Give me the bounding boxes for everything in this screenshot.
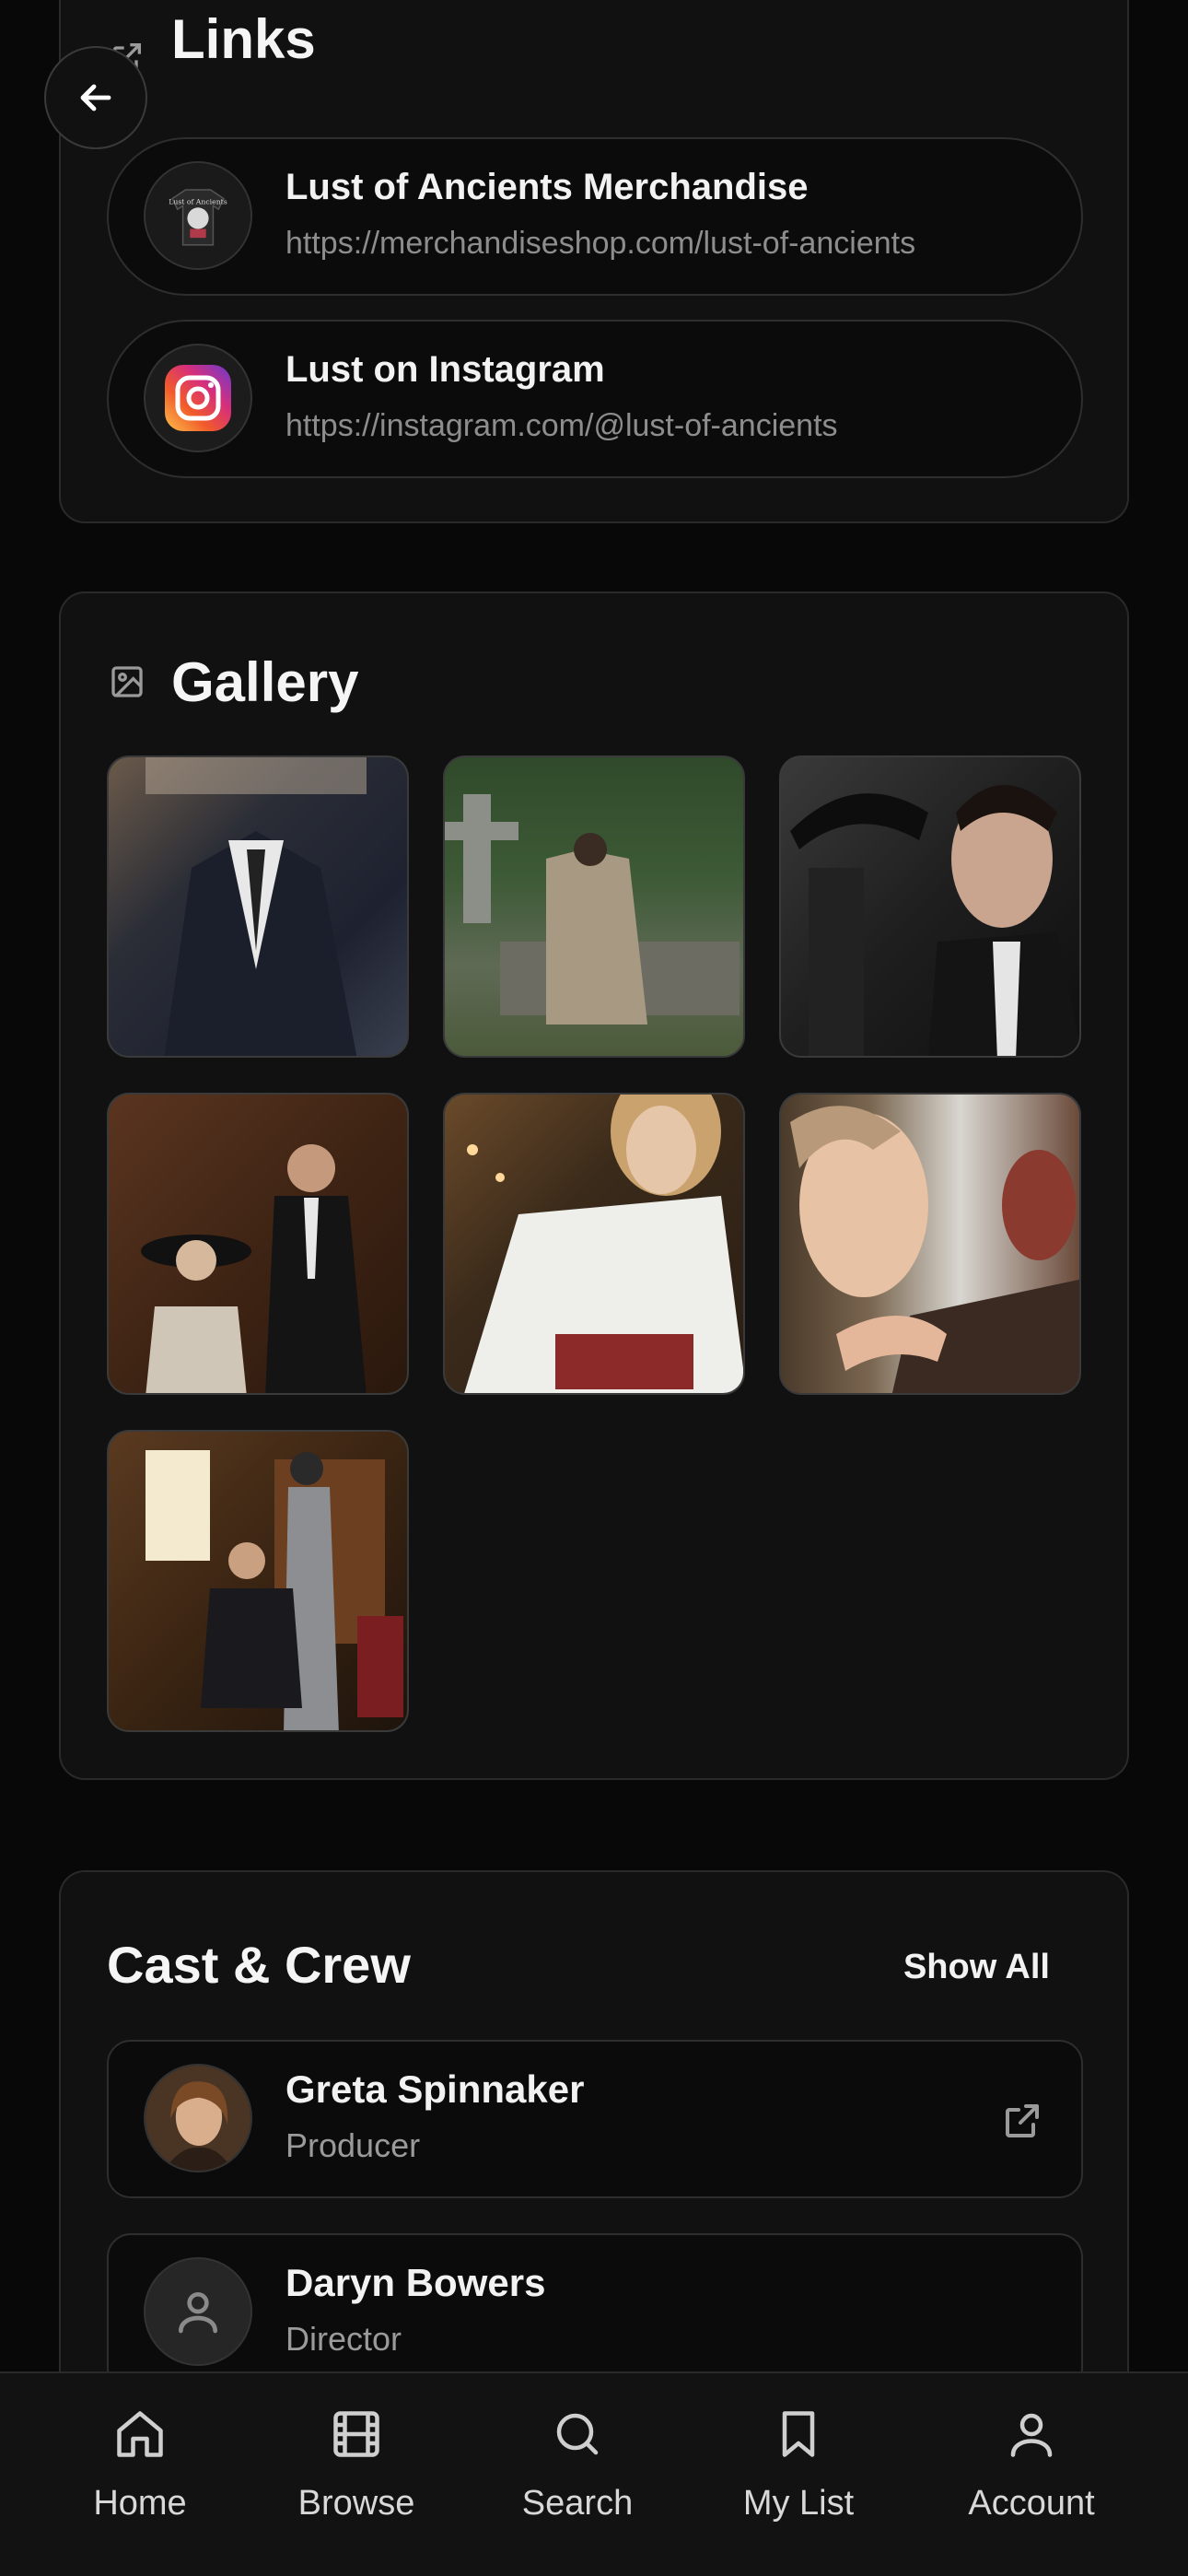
person-name: Daryn Bowers bbox=[285, 2261, 546, 2304]
home-icon bbox=[117, 2411, 163, 2457]
film-icon bbox=[333, 2411, 379, 2457]
nav-account[interactable]: Account bbox=[930, 2406, 1133, 2554]
image-icon bbox=[111, 666, 143, 697]
link-url: https://instagram.com/@lust-of-ancients bbox=[285, 408, 838, 443]
nav-home[interactable]: Home bbox=[39, 2406, 241, 2554]
gallery-image[interactable] bbox=[779, 755, 1081, 1058]
nav-browse[interactable]: Browse bbox=[255, 2406, 458, 2554]
nav-my-list[interactable]: My List bbox=[697, 2406, 900, 2554]
avatar bbox=[144, 2064, 252, 2172]
person-role: Producer bbox=[285, 2126, 421, 2164]
back-button[interactable] bbox=[44, 46, 147, 149]
show-all-button[interactable]: Show All bbox=[903, 1948, 1050, 1987]
nav-label: My List bbox=[742, 2484, 855, 2523]
avatar bbox=[144, 2257, 252, 2366]
gallery-image[interactable] bbox=[107, 755, 409, 1058]
bookmark-icon bbox=[782, 2411, 815, 2457]
user-icon bbox=[179, 2292, 218, 2334]
link-title: Lust on Instagram bbox=[285, 349, 605, 390]
nav-label: Search bbox=[521, 2484, 634, 2523]
instagram-icon bbox=[165, 365, 231, 431]
gallery-image[interactable] bbox=[107, 1093, 409, 1395]
person-name: Greta Spinnaker bbox=[285, 2067, 585, 2111]
external-link-icon[interactable] bbox=[1000, 2099, 1044, 2143]
links-title: Links bbox=[171, 8, 316, 70]
search-icon bbox=[556, 2413, 599, 2455]
nav-label: Account bbox=[968, 2484, 1095, 2523]
nav-label: Browse bbox=[297, 2484, 415, 2523]
link-item-instagram[interactable]: Lust on Instagram https://instagram.com/… bbox=[107, 320, 1083, 478]
merchandise-avatar: Lust of Ancients bbox=[144, 161, 252, 270]
cast-crew-title: Cast & Crew bbox=[107, 1936, 411, 1994]
gallery-image[interactable] bbox=[443, 755, 745, 1058]
nav-label: Home bbox=[93, 2484, 187, 2523]
user-icon bbox=[1010, 2413, 1053, 2457]
gallery-image[interactable] bbox=[779, 1093, 1081, 1395]
person-role: Director bbox=[285, 2320, 402, 2358]
nav-search[interactable]: Search bbox=[476, 2406, 679, 2554]
cast-member-row[interactable]: Greta Spinnaker Producer bbox=[107, 2040, 1083, 2198]
gallery-image[interactable] bbox=[443, 1093, 745, 1395]
link-url: https://merchandiseshop.com/lust-of-anci… bbox=[285, 226, 916, 261]
links-card: Links Lust of Ancients Lust of Ancients … bbox=[59, 0, 1129, 523]
gallery-title: Gallery bbox=[171, 651, 359, 713]
gallery-image[interactable] bbox=[107, 1430, 409, 1732]
arrow-left-icon bbox=[80, 84, 111, 111]
gallery-card: Gallery bbox=[59, 591, 1129, 1780]
link-title: Lust of Ancients Merchandise bbox=[285, 167, 809, 207]
instagram-avatar bbox=[144, 344, 252, 452]
bottom-nav: Home Browse Search My List Account bbox=[0, 2371, 1188, 2576]
cast-member-row[interactable]: Daryn Bowers Director bbox=[107, 2233, 1083, 2392]
link-item-merchandise[interactable]: Lust of Ancients Lust of Ancients Mercha… bbox=[107, 137, 1083, 296]
svg-text:Lust of Ancients: Lust of Ancients bbox=[169, 197, 227, 205]
